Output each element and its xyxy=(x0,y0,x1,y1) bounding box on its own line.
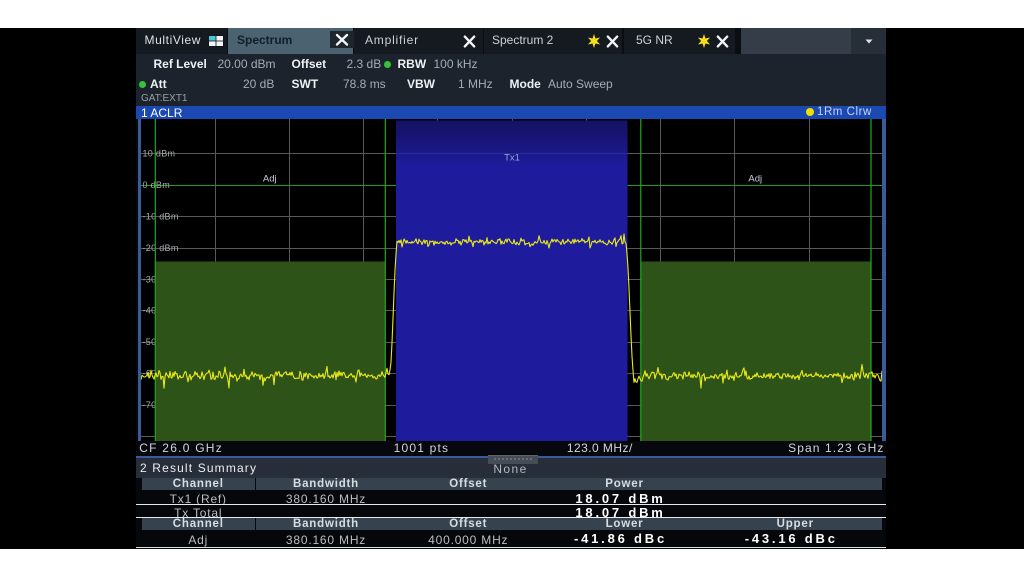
svg-text:-20 dBm: -20 dBm xyxy=(142,242,178,252)
svg-text:0 dBm: 0 dBm xyxy=(142,180,170,190)
svg-text:-10 dBm: -10 dBm xyxy=(142,211,178,221)
svg-text:10 dBm: 10 dBm xyxy=(142,148,175,158)
svg-text:Tx1: Tx1 xyxy=(504,152,520,163)
svg-text:Adj: Adj xyxy=(748,173,762,184)
svg-text:Adj: Adj xyxy=(262,173,276,184)
